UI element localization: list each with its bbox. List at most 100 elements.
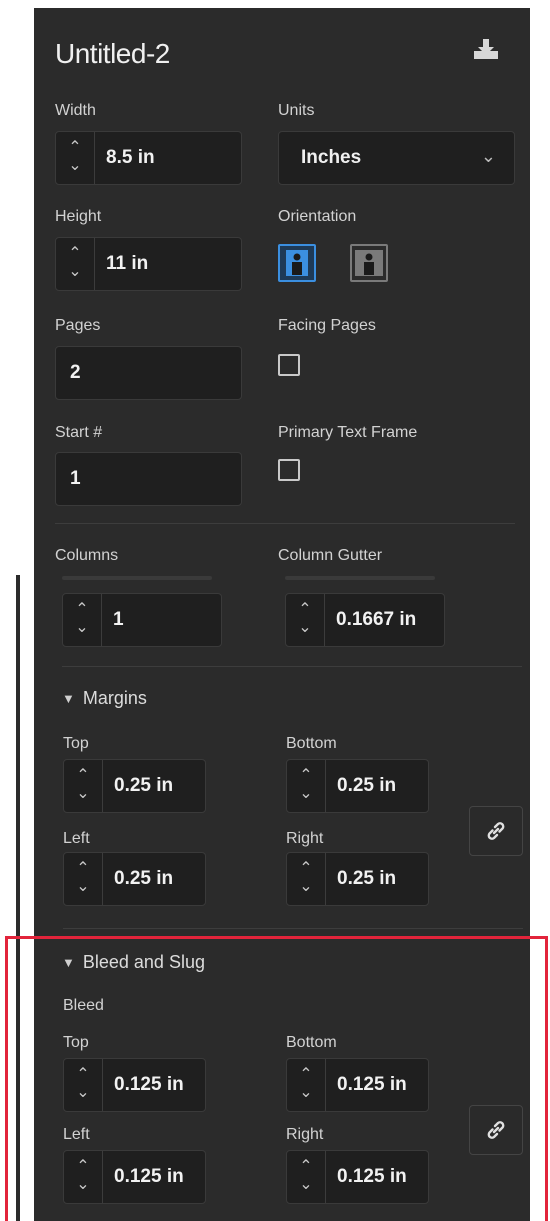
bleed-top-field[interactable]: ⌃ ⌄ 0.125 in — [63, 1058, 206, 1112]
chevron-down-icon[interactable]: ⌄ — [481, 146, 496, 167]
download-icon — [474, 39, 498, 59]
units-select[interactable]: Inches ⌄ — [278, 131, 515, 185]
height-label: Height — [55, 208, 102, 225]
margin-right-field[interactable]: ⌃ ⌄ 0.25 in — [286, 852, 429, 906]
bleed-bottom-value[interactable]: 0.125 in — [337, 1059, 407, 1111]
link-icon — [487, 822, 505, 840]
document-title[interactable]: Untitled-2 — [55, 38, 170, 70]
bleed-right-field[interactable]: ⌃ ⌄ 0.125 in — [286, 1150, 429, 1204]
bleed-bottom-label: Bottom — [286, 1034, 337, 1051]
chevron-up-icon[interactable]: ⌃ — [298, 602, 311, 620]
chevron-down-icon[interactable]: ⌄ — [298, 620, 311, 638]
margins-title: Margins — [82, 688, 147, 708]
chevron-up-icon[interactable]: ⌃ — [76, 768, 89, 786]
column-gutter-stepper[interactable]: ⌃ ⌄ — [286, 594, 325, 646]
bleed-left-value[interactable]: 0.125 in — [114, 1151, 184, 1203]
chevron-up-icon[interactable]: ⌃ — [76, 1159, 89, 1177]
chevron-down-icon[interactable]: ⌄ — [68, 264, 81, 282]
height-field[interactable]: ⌃ ⌄ 11 in — [55, 237, 242, 291]
pages-value[interactable]: 2 — [70, 347, 81, 399]
units-label: Units — [278, 102, 315, 119]
chevron-up-icon[interactable]: ⌃ — [68, 140, 81, 158]
columns-label: Columns — [55, 547, 119, 564]
chevron-down-icon[interactable]: ⌄ — [299, 879, 312, 897]
columns-field[interactable]: ⌃ ⌄ 1 — [62, 593, 222, 647]
margin-left-stepper[interactable]: ⌃ ⌄ — [64, 853, 103, 905]
columns-value[interactable]: 1 — [113, 594, 124, 646]
margin-right-stepper[interactable]: ⌃ ⌄ — [287, 853, 326, 905]
height-value[interactable]: 11 in — [106, 238, 148, 290]
divider — [62, 666, 522, 667]
chevron-down-icon: ▼ — [62, 691, 75, 706]
margin-top-value[interactable]: 0.25 in — [114, 760, 173, 812]
start-label: Start # — [55, 424, 103, 441]
chevron-down-icon[interactable]: ⌄ — [299, 786, 312, 804]
margin-bottom-value[interactable]: 0.25 in — [337, 760, 396, 812]
column-gutter-field[interactable]: ⌃ ⌄ 0.1667 in — [285, 593, 445, 647]
column-gutter-label: Column Gutter — [278, 547, 383, 564]
chevron-down-icon[interactable]: ⌄ — [75, 620, 88, 638]
margin-left-value[interactable]: 0.25 in — [114, 853, 173, 905]
start-value[interactable]: 1 — [70, 453, 81, 505]
start-field[interactable]: 1 — [55, 452, 242, 506]
units-value[interactable]: Inches — [301, 132, 361, 184]
margin-bottom-stepper[interactable]: ⌃ ⌄ — [287, 760, 326, 812]
bleed-left-field[interactable]: ⌃ ⌄ 0.125 in — [63, 1150, 206, 1204]
bleed-bottom-stepper[interactable]: ⌃ ⌄ — [287, 1059, 326, 1111]
margin-top-field[interactable]: ⌃ ⌄ 0.25 in — [63, 759, 206, 813]
orientation-label: Orientation — [278, 208, 357, 225]
chevron-up-icon[interactable]: ⌃ — [68, 246, 81, 264]
chevron-down-icon[interactable]: ⌄ — [299, 1085, 312, 1103]
primary-text-frame-checkbox[interactable] — [278, 459, 300, 481]
landscape-button[interactable] — [350, 244, 388, 282]
bleed-top-stepper[interactable]: ⌃ ⌄ — [64, 1059, 103, 1111]
margin-bottom-field[interactable]: ⌃ ⌄ 0.25 in — [286, 759, 429, 813]
chevron-up-icon[interactable]: ⌃ — [299, 1159, 312, 1177]
chevron-down-icon[interactable]: ⌄ — [76, 1177, 89, 1195]
facing-pages-label: Facing Pages — [278, 317, 376, 334]
bleed-label: Bleed — [63, 997, 104, 1014]
chevron-down-icon[interactable]: ⌄ — [76, 786, 89, 804]
portrait-button[interactable] — [278, 244, 316, 282]
width-field[interactable]: ⌃ ⌄ 8.5 in — [55, 131, 242, 185]
margin-bottom-label: Bottom — [286, 735, 337, 752]
column-gutter-value[interactable]: 0.1667 in — [336, 594, 416, 646]
margin-right-label: Right — [286, 830, 324, 847]
link-margins-button[interactable] — [469, 806, 523, 856]
bleed-slug-section-header[interactable]: ▼ Bleed and Slug — [62, 952, 205, 973]
chevron-down-icon[interactable]: ⌄ — [76, 879, 89, 897]
chevron-up-icon[interactable]: ⌃ — [76, 861, 89, 879]
landscape-icon — [355, 250, 383, 276]
bleed-top-value[interactable]: 0.125 in — [114, 1059, 184, 1111]
chevron-up-icon[interactable]: ⌃ — [299, 1067, 312, 1085]
bleed-right-value[interactable]: 0.125 in — [337, 1151, 407, 1203]
bleed-left-stepper[interactable]: ⌃ ⌄ — [64, 1151, 103, 1203]
chevron-up-icon[interactable]: ⌃ — [299, 861, 312, 879]
chevron-up-icon[interactable]: ⌃ — [299, 768, 312, 786]
bleed-bottom-field[interactable]: ⌃ ⌄ 0.125 in — [286, 1058, 429, 1112]
chevron-up-icon[interactable]: ⌃ — [76, 1067, 89, 1085]
chevron-down-icon[interactable]: ⌄ — [68, 158, 81, 176]
margins-section-header[interactable]: ▼ Margins — [62, 688, 147, 709]
pages-field[interactable]: 2 — [55, 346, 242, 400]
margin-right-value[interactable]: 0.25 in — [337, 853, 396, 905]
height-stepper[interactable]: ⌃ ⌄ — [56, 238, 95, 290]
bleed-right-stepper[interactable]: ⌃ ⌄ — [287, 1151, 326, 1203]
divider — [55, 523, 515, 524]
save-preset-button[interactable] — [470, 34, 502, 66]
primary-text-frame-label: Primary Text Frame — [278, 424, 418, 441]
columns-stepper[interactable]: ⌃ ⌄ — [63, 594, 102, 646]
margin-left-field[interactable]: ⌃ ⌄ 0.25 in — [63, 852, 206, 906]
facing-pages-checkbox[interactable] — [278, 354, 300, 376]
chevron-down-icon[interactable]: ⌄ — [299, 1177, 312, 1195]
bleed-right-label: Right — [286, 1126, 324, 1143]
link-bleed-button[interactable] — [469, 1105, 523, 1155]
divider — [63, 928, 523, 929]
chevron-down-icon[interactable]: ⌄ — [76, 1085, 89, 1103]
chevron-up-icon[interactable]: ⌃ — [75, 602, 88, 620]
width-value[interactable]: 8.5 in — [106, 132, 155, 184]
margin-top-stepper[interactable]: ⌃ ⌄ — [64, 760, 103, 812]
width-stepper[interactable]: ⌃ ⌄ — [56, 132, 95, 184]
portrait-icon — [286, 250, 308, 276]
width-label: Width — [55, 102, 96, 119]
